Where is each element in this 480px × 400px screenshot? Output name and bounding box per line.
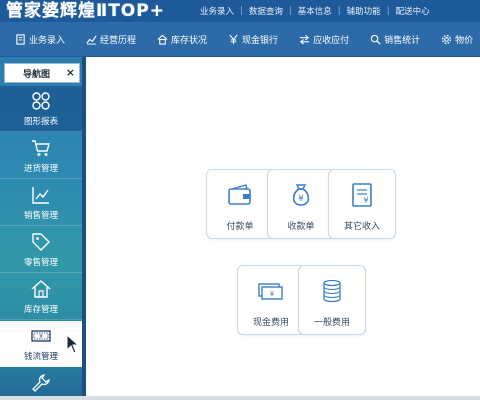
tab-label: 导航图 [23, 69, 51, 80]
toolbar-business-entry[interactable]: 业务录入 [14, 33, 65, 46]
arrows-icon [298, 33, 310, 45]
menu-separator: | [386, 6, 390, 16]
home-icon [156, 33, 168, 45]
svg-text:¥: ¥ [270, 290, 275, 298]
grid-clover-icon [32, 92, 50, 110]
toolbar-label: 业务录入 [29, 35, 66, 46]
payment-voucher-card[interactable]: 付款单 [206, 169, 274, 239]
line-chart-icon [32, 187, 49, 204]
house-icon [31, 280, 51, 298]
top-menu: 业务录入 | 数据查询 | 基本信息 | 辅助功能 | 配送中心 [200, 0, 480, 22]
gear-icon [440, 33, 452, 45]
toolbar: 业务录入 经营历程 库存状况 现金银行 应收应付 销售统计 物价 [0, 22, 480, 57]
search-icon [369, 33, 381, 45]
toolbar-business-history[interactable]: 经营历程 [85, 33, 136, 46]
menu-item-data-query[interactable]: 数据查询 [249, 5, 283, 17]
title-bar: 管家婆辉煌ⅡTOP+ 业务录入 | 数据查询 | 基本信息 | 辅助功能 | 配… [0, 0, 480, 22]
card-label: 其它收入 [343, 222, 380, 232]
menu-separator: | [288, 6, 292, 16]
menu-item-business-entry[interactable]: 业务录入 [200, 5, 234, 17]
card-label: 收款单 [287, 222, 315, 232]
toolbar-label: 物价 [455, 35, 474, 46]
wrench-icon [32, 373, 50, 392]
general-expense-card[interactable]: 一般费用 [298, 265, 366, 335]
sidebar-item-label: 钱流管理 [23, 352, 58, 362]
toolbar-sales-statistics[interactable]: 销售统计 [369, 33, 420, 46]
yen-icon [227, 33, 239, 45]
toolbar-label: 库存状况 [171, 35, 208, 46]
menu-separator: | [337, 6, 341, 16]
menu-item-basic-info[interactable]: 基本信息 [298, 5, 332, 17]
receipt-voucher-card[interactable]: ¥ 收款单 [267, 169, 335, 239]
toolbar-inventory-status[interactable]: 库存状况 [156, 33, 207, 46]
menu-item-distribution-center[interactable]: 配送中心 [396, 5, 430, 17]
mouse-cursor-icon [66, 334, 80, 354]
toolbar-label: 现金银行 [242, 35, 279, 46]
wallet-icon [228, 184, 251, 205]
sidebar-item-label: 图形报表 [23, 117, 58, 127]
toolbar-label: 经营历程 [100, 35, 137, 46]
toolbar-label: 销售统计 [384, 35, 421, 46]
cash-expense-card[interactable]: ¥ 现金费用 [237, 265, 305, 335]
toolbar-pricing[interactable]: 物价 [440, 33, 473, 46]
sidebar-item-purchase-management[interactable]: 进货管理 [0, 133, 82, 179]
svg-text:¥: ¥ [363, 196, 368, 205]
card-label: 付款单 [226, 222, 254, 232]
sidebar-item-label: 库存管理 [23, 305, 58, 315]
bottom-scroll-strip [0, 396, 480, 400]
toolbar-label: 应收应付 [313, 35, 350, 46]
menu-item-aux-functions[interactable]: 辅助功能 [347, 5, 381, 17]
sidebar-item-inventory-management[interactable]: 库存管理 [0, 274, 82, 320]
sidebar-item-sales-management[interactable]: 销售管理 [0, 180, 82, 226]
svg-text:¥: ¥ [39, 334, 43, 340]
tag-icon [32, 233, 50, 251]
sidebar-item-label: 销售管理 [23, 211, 58, 221]
other-income-card[interactable]: ¥ 其它收入 [328, 169, 396, 239]
card-label: 现金费用 [252, 318, 289, 328]
sidebar-item-label: 零售管理 [23, 258, 58, 268]
tab-navigation-map[interactable]: 导航图 × [4, 63, 80, 83]
svg-text:¥: ¥ [298, 194, 304, 204]
banknote-icon: ¥ [31, 330, 51, 342]
money-bag-icon: ¥ [292, 184, 310, 206]
cart-icon [32, 140, 50, 156]
ledger-yen-icon: ¥ [352, 183, 372, 207]
sidebar-item-label: 进货管理 [23, 164, 58, 174]
sidebar-item-retail-management[interactable]: 零售管理 [0, 227, 82, 273]
app-title: 管家婆辉煌ⅡTOP+ [6, 0, 165, 21]
main-panel: 付款单 ¥ 收款单 ¥ 其它收入 ¥ 现金费用 一般费用 [86, 57, 480, 400]
card-label: 一般费用 [313, 318, 350, 328]
menu-separator: | [240, 6, 243, 16]
coin-stack-icon [323, 279, 341, 303]
toolbar-cash-bank[interactable]: 现金银行 [227, 33, 278, 46]
cash-stack-icon: ¥ [258, 283, 283, 300]
toolbar-receivable-payable[interactable]: 应收应付 [298, 33, 349, 46]
close-icon[interactable]: × [66, 66, 75, 79]
doc-icon [14, 33, 26, 45]
trend-icon [85, 33, 97, 45]
sidebar-item-graphic-reports[interactable]: 图形报表 [0, 86, 82, 132]
